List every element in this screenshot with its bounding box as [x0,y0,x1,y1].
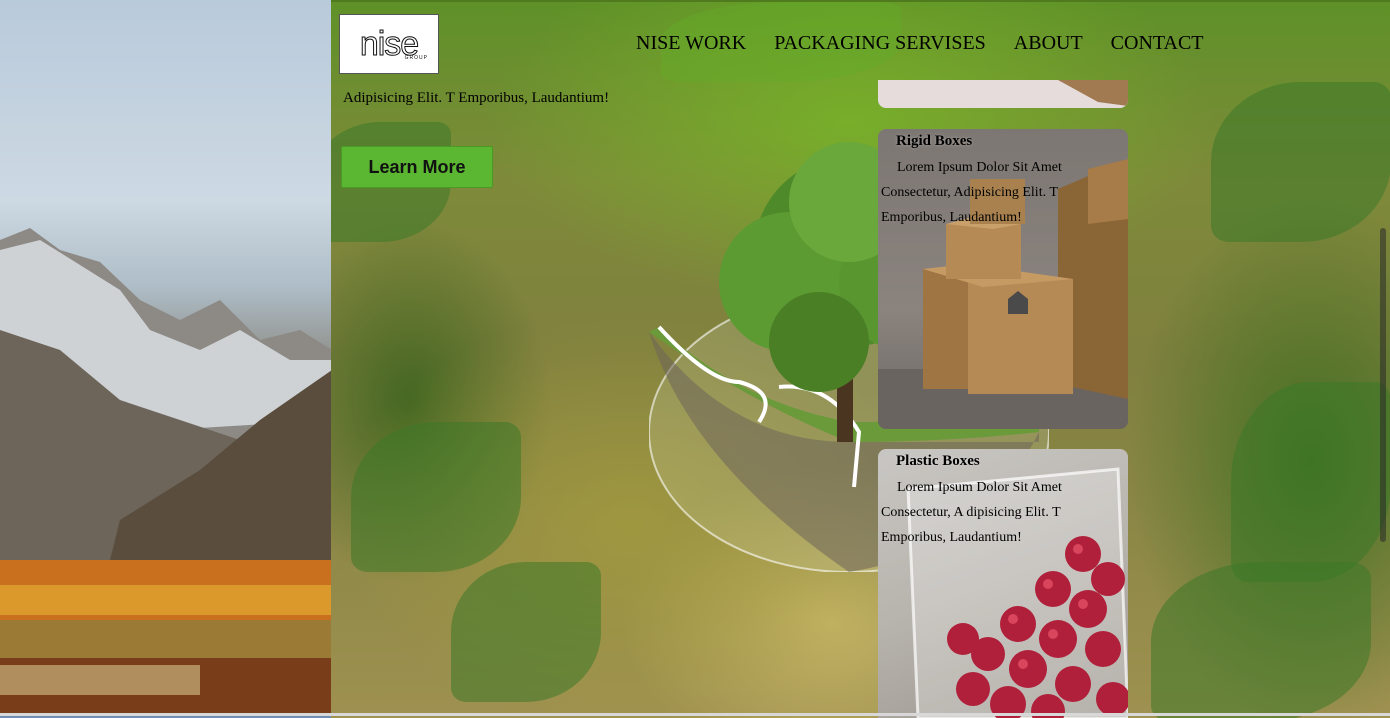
product-card-partial[interactable] [878,80,1128,108]
web-page: nise GROUP NISE WORK PACKAGING SERVISES … [331,0,1390,718]
card-description: Lorem Ipsum Dolor Sit Amet Consectetur, … [881,160,1062,225]
nise-logo[interactable]: nise GROUP [339,14,439,74]
main-nav: NISE WORK PACKAGING SERVISES ABOUT CONTA… [636,32,1204,55]
nav-nise-work[interactable]: NISE WORK [636,32,746,55]
nav-packaging-services[interactable]: PACKAGING SERVISES [774,32,986,55]
hero-text: Adipisicing Elit. T Emporibus, Laudantiu… [343,90,610,106]
mountain-landscape [0,228,332,716]
product-card-plastic-boxes[interactable]: Plastic Boxes Lorem Ipsum Dolor Sit Amet… [878,449,1128,718]
product-card-rigid-boxes[interactable]: Rigid Boxes Lorem Ipsum Dolor Sit Amet C… [878,129,1128,429]
box-corner-image [1058,80,1128,106]
nav-about[interactable]: ABOUT [1014,32,1083,55]
nav-contact[interactable]: CONTACT [1111,32,1204,55]
logo-subtext: GROUP [404,55,428,61]
card-title: Plastic Boxes [896,453,980,469]
learn-more-button[interactable]: Learn More [341,146,493,188]
card-title: Rigid Boxes [896,133,973,149]
desktop-wallpaper [0,0,332,716]
page-scrollbar[interactable] [1380,228,1386,542]
card-description: Lorem Ipsum Dolor Sit Amet Consectetur, … [881,480,1062,545]
